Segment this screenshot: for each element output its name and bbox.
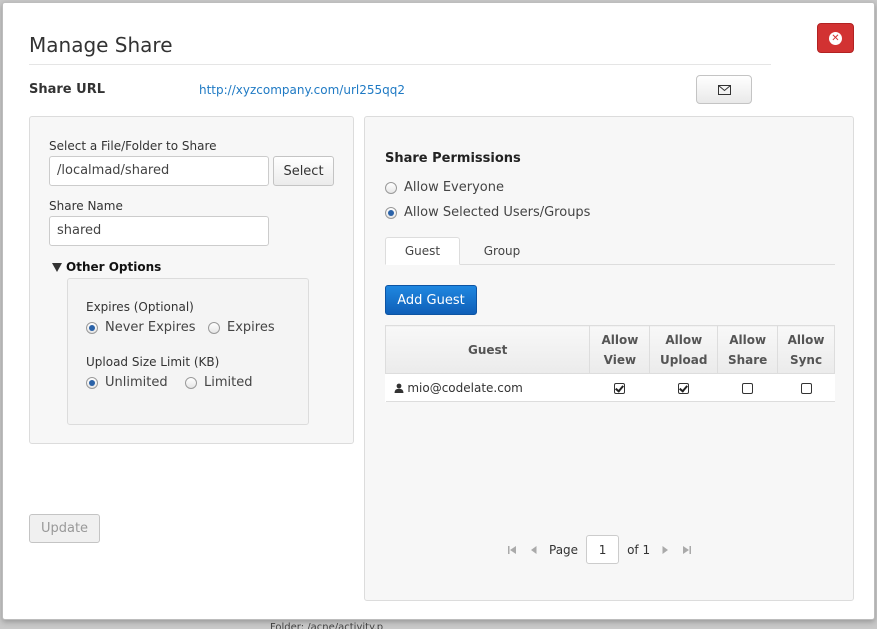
guest-cell: mio@codelate.com xyxy=(385,373,590,402)
column-allow-sync[interactable]: Allow Sync xyxy=(777,325,835,374)
file-path-input[interactable]: /localmad/shared xyxy=(49,156,269,186)
other-options-label: Other Options xyxy=(66,260,162,274)
share-settings-panel: Select a File/Folder to Share /localmad/… xyxy=(29,116,354,444)
manage-share-dialog: Manage Share ✕ Share URL http://xyzcompa… xyxy=(2,2,875,620)
radio-unselected-icon xyxy=(185,376,197,389)
radio-never-expires[interactable]: Never Expires xyxy=(86,320,196,335)
column-allow-share[interactable]: Allow Share xyxy=(717,325,779,374)
dialog-title: Manage Share xyxy=(29,33,173,57)
table-row: mio@codelate.com xyxy=(385,373,835,402)
envelope-icon xyxy=(717,84,731,95)
allow-sync-checkbox[interactable] xyxy=(800,382,812,394)
radio-unlimited[interactable]: Unlimited xyxy=(86,375,168,390)
update-button[interactable]: Update xyxy=(29,514,100,543)
page-label: Page xyxy=(549,542,579,557)
radio-unselected-icon xyxy=(385,181,397,194)
radio-expires[interactable]: Expires xyxy=(208,320,275,335)
allow-sync-cell xyxy=(777,373,835,402)
close-circle-icon: ✕ xyxy=(829,31,842,45)
radio-selected-icon xyxy=(86,321,98,334)
tab-group[interactable]: Group xyxy=(465,237,539,265)
add-guest-button[interactable]: Add Guest xyxy=(385,285,477,315)
expand-triangle-icon xyxy=(52,262,62,272)
allow-view-cell xyxy=(589,373,650,402)
file-folder-label: Select a File/Folder to Share xyxy=(49,139,217,153)
page-of-label: of 1 xyxy=(627,542,651,557)
radio-allow-everyone[interactable]: Allow Everyone xyxy=(385,180,504,195)
tab-guest[interactable]: Guest xyxy=(385,237,460,265)
page-number-input[interactable]: 1 xyxy=(586,535,620,564)
allow-upload-checkbox[interactable] xyxy=(678,382,690,394)
close-button[interactable]: ✕ xyxy=(817,23,854,53)
email-share-button[interactable] xyxy=(696,75,752,104)
allow-share-checkbox[interactable] xyxy=(742,382,754,394)
background-text: Folder: /acne/activity.p xyxy=(270,622,384,629)
radio-unselected-icon xyxy=(208,321,220,334)
column-allow-view[interactable]: Allow View xyxy=(589,325,651,374)
other-options-toggle[interactable]: Other Options xyxy=(52,260,161,274)
prev-page-icon[interactable] xyxy=(527,543,541,557)
permissions-tabs: Guest Group xyxy=(385,237,835,265)
user-icon xyxy=(394,383,403,393)
allow-upload-cell xyxy=(649,373,718,402)
radio-limited[interactable]: Limited xyxy=(185,375,252,390)
expires-label: Expires (Optional) xyxy=(86,300,194,314)
permissions-panel: Share Permissions Allow Everyone Allow S… xyxy=(364,116,854,601)
share-url-label: Share URL xyxy=(29,82,105,97)
title-divider xyxy=(29,64,771,65)
guest-permissions-table: Guest Allow View Allow Upload Allow Shar… xyxy=(384,325,835,402)
upload-limit-label: Upload Size Limit (KB) xyxy=(86,355,220,369)
column-guest[interactable]: Guest xyxy=(384,325,591,374)
first-page-icon[interactable] xyxy=(505,543,519,557)
share-name-input[interactable]: shared xyxy=(49,216,269,246)
table-header-row: Guest Allow View Allow Upload Allow Shar… xyxy=(384,325,835,374)
radio-selected-icon xyxy=(385,206,397,219)
next-page-icon[interactable] xyxy=(658,543,672,557)
column-allow-upload[interactable]: Allow Upload xyxy=(649,325,719,374)
last-page-icon[interactable] xyxy=(680,543,694,557)
guest-email: mio@codelate.com xyxy=(407,380,523,395)
allow-share-cell xyxy=(717,373,778,402)
share-permissions-heading: Share Permissions xyxy=(385,151,521,166)
radio-allow-selected[interactable]: Allow Selected Users/Groups xyxy=(385,205,590,220)
share-name-label: Share Name xyxy=(49,199,123,213)
share-url-link[interactable]: http://xyzcompany.com/url255qq2 xyxy=(199,83,405,97)
other-options-box: Expires (Optional) Never Expires Expires… xyxy=(67,278,309,425)
allow-view-checkbox[interactable] xyxy=(614,382,626,394)
pagination: Page 1 of 1 xyxy=(505,535,694,564)
radio-selected-icon xyxy=(86,376,98,389)
select-button[interactable]: Select xyxy=(273,156,334,186)
